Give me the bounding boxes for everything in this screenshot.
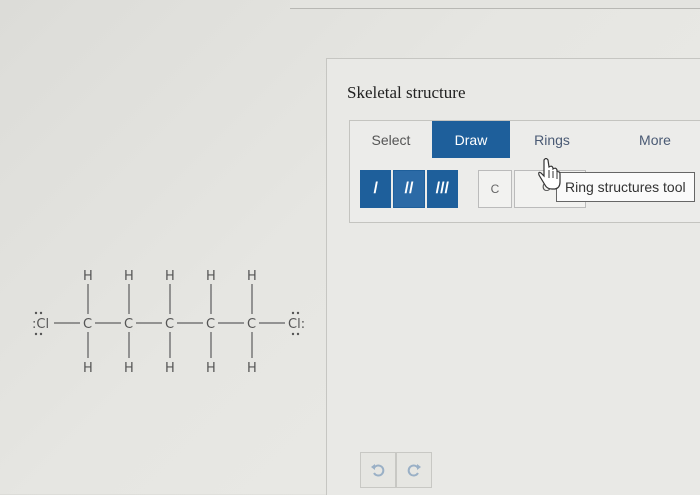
tab-select[interactable]: Select xyxy=(350,121,432,159)
bottom-h-2: H xyxy=(124,361,134,376)
top-edge-strip xyxy=(290,0,700,9)
redo-icon xyxy=(407,464,421,477)
carbon-atom-button[interactable]: C xyxy=(478,170,512,208)
triple-bond-button[interactable]: /// xyxy=(426,170,458,208)
top-h-5: H xyxy=(247,269,257,284)
bottom-h-1: H xyxy=(83,361,93,376)
tab-more[interactable]: More xyxy=(620,121,690,159)
top-h-3: H xyxy=(165,269,175,284)
carbon-2: C xyxy=(124,317,133,332)
single-bond-button[interactable]: / xyxy=(360,170,392,208)
tab-rings[interactable]: Rings xyxy=(522,121,582,159)
panel-title: Skeletal structure xyxy=(347,83,466,102)
draw-tools-row: / // /// C C Ring structures tool xyxy=(349,158,700,223)
double-bond-button[interactable]: // xyxy=(393,170,425,208)
bottom-h-4: H xyxy=(206,361,216,376)
ring-tooltip: Ring structures tool xyxy=(556,172,695,202)
bond-buttons: / // /// xyxy=(360,170,460,208)
undo-icon xyxy=(371,464,385,477)
redo-button[interactable] xyxy=(396,452,432,488)
carbon-3: C xyxy=(165,317,174,332)
lewis-structure: H H H H H :Cl C C C C C Cl: H H H H H xyxy=(32,269,305,376)
carbon-1: C xyxy=(83,317,92,332)
carbon-5: C xyxy=(247,317,256,332)
history-buttons xyxy=(360,452,432,488)
skeletal-structure-panel: Skeletal structure Select Draw Rings Mor… xyxy=(326,58,700,495)
left-chlorine: :Cl xyxy=(32,317,49,332)
editor-tabs: Select Draw Rings More xyxy=(349,120,700,160)
hand-cursor-icon xyxy=(538,158,561,190)
carbon-4: C xyxy=(206,317,215,332)
top-h-2: H xyxy=(124,269,134,284)
top-h-1: H xyxy=(83,269,93,284)
right-chlorine: Cl: xyxy=(288,317,305,332)
tab-draw[interactable]: Draw xyxy=(432,121,510,159)
bottom-h-3: H xyxy=(165,361,175,376)
undo-button[interactable] xyxy=(360,452,396,488)
bottom-h-5: H xyxy=(247,361,257,376)
top-h-4: H xyxy=(206,269,216,284)
